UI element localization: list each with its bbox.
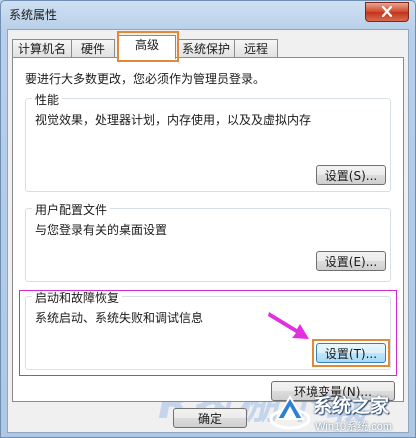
tab-hardware[interactable]: 硬件 <box>71 39 115 58</box>
system-properties-window: 系统属性 计算机名 硬件 高级 系统保护 远程 要进行大多数更改，您必须作为管理… <box>0 0 416 438</box>
user-profiles-title: 用户配置文件 <box>32 201 111 218</box>
window-title: 系统属性 <box>9 8 58 22</box>
brand-watermark: 系统之家 Win10系统.com <box>269 389 415 437</box>
close-icon <box>381 6 393 17</box>
performance-settings-button[interactable]: 设置(S)... <box>316 165 386 185</box>
admin-note: 要进行大多数更改，您必须作为管理员登录。 <box>25 72 266 86</box>
user-profiles-group: 用户配置文件 与您登录有关的桌面设置 设置(E)... <box>25 201 391 282</box>
startup-settings-button[interactable]: 设置(T)... <box>316 343 386 363</box>
tab-advanced[interactable]: 高级 <box>118 35 176 59</box>
tab-remote[interactable]: 远程 <box>234 39 278 58</box>
ok-button[interactable]: 确定 <box>173 408 247 428</box>
performance-description: 视觉效果，处理器计划，内存使用，以及及虚拟内存 <box>35 113 312 127</box>
tab-computer-name[interactable]: 计算机名 <box>12 39 72 58</box>
user-profiles-description: 与您登录有关的桌面设置 <box>35 223 168 237</box>
user-profiles-settings-button[interactable]: 设置(E)... <box>316 251 386 271</box>
tab-system-protection[interactable]: 系统保护 <box>177 39 235 58</box>
close-button[interactable] <box>365 2 409 22</box>
title-bar[interactable]: 系统属性 <box>1 1 415 27</box>
advanced-tab-panel: 要进行大多数更改，您必须作为管理员登录。 性能 视觉效果，处理器计划，内存使用，… <box>12 57 404 402</box>
brand-url: Win10系统.com <box>315 421 393 433</box>
startup-description: 系统启动、系统失败和调试信息 <box>35 311 204 325</box>
pointer-arrow-icon <box>268 312 309 339</box>
performance-group: 性能 视觉效果，处理器计划，内存使用，以及及虚拟内存 设置(S)... <box>25 91 391 192</box>
startup-recovery-group: 启动和故障恢复 系统启动、系统失败和调试信息 设置(T)... <box>25 289 391 370</box>
performance-title: 性能 <box>32 91 63 108</box>
dialog-client-area: 计算机名 硬件 高级 系统保护 远程 要进行大多数更改，您必须作为管理员登录。 … <box>7 29 409 433</box>
brand-logo-icon <box>269 395 311 430</box>
brand-name: 系统之家 <box>313 395 390 417</box>
startup-title: 启动和故障恢复 <box>32 289 123 306</box>
